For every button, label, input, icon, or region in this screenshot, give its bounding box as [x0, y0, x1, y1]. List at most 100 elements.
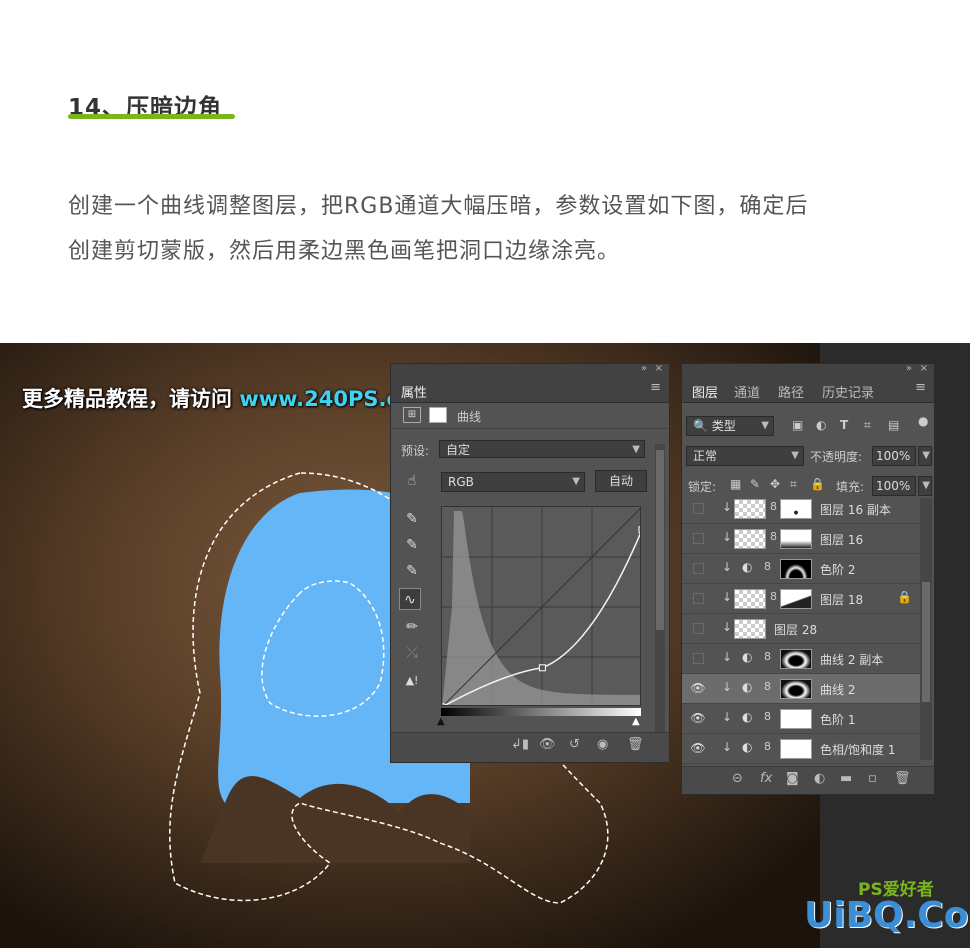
filter-toggle-icon[interactable]: ● [918, 414, 928, 428]
layer-name[interactable]: 曲线 2 [820, 681, 855, 698]
panel-menu-icon[interactable]: ≡ [915, 380, 926, 395]
layer-name[interactable]: 色阶 1 [820, 711, 855, 728]
fill-input[interactable]: 100% [872, 476, 916, 496]
visibility-toggle-box[interactable] [693, 593, 704, 604]
close-icon[interactable]: × [920, 363, 928, 374]
adjustment-icon[interactable]: ◐ [814, 771, 825, 786]
delete-icon[interactable]: 🗑 [627, 737, 644, 752]
layer-name[interactable]: 色相/饱和度 1 [820, 741, 896, 758]
tab-paths[interactable]: 路径 [778, 382, 804, 401]
clip-to-layer-icon[interactable]: ↲▮ [511, 737, 529, 752]
mask-link-icon[interactable]: 8 [764, 680, 771, 693]
eyedropper-gray-icon[interactable]: ✎ [401, 534, 423, 556]
hand-target-icon[interactable]: ☝ [401, 470, 423, 492]
layers-scrollbar[interactable] [920, 498, 932, 760]
visibility-toggle-box[interactable] [693, 533, 704, 544]
layer-name[interactable]: 图层 16 副本 [820, 501, 891, 518]
properties-scrollbar-thumb[interactable] [656, 450, 664, 630]
layer-mask-thumbnail[interactable] [780, 709, 812, 729]
layer-mask-thumbnail[interactable] [780, 679, 812, 699]
visibility-icon[interactable]: ◉ [597, 737, 608, 752]
view-previous-icon[interactable]: 👁 [539, 737, 556, 752]
layer-mask-icon[interactable] [429, 407, 447, 423]
fill-dropdown[interactable]: ▼ [918, 476, 932, 496]
mask-link-icon[interactable]: 8 [764, 740, 771, 753]
curve-point-icon[interactable]: ∿ [399, 588, 421, 610]
trash-icon[interactable]: 🗑 [894, 771, 911, 786]
layer-mask-thumbnail[interactable] [780, 529, 812, 549]
tab-history[interactable]: 历史记录 [822, 382, 874, 401]
reset-icon[interactable]: ↺ [569, 737, 580, 752]
layer-row[interactable]: 👁 ↓ ◐ 8 曲线 2 [682, 674, 920, 704]
filter-pixel-icon[interactable]: ▣ [792, 418, 803, 432]
pencil-icon[interactable]: ✏ [401, 616, 423, 638]
layer-mask-thumbnail[interactable] [780, 649, 812, 669]
visibility-eye-icon[interactable]: 👁 [690, 681, 706, 697]
opacity-input[interactable]: 100% [872, 446, 916, 466]
mask-link-icon[interactable]: 8 [770, 530, 777, 543]
visibility-toggle-box[interactable] [693, 503, 704, 514]
smooth-icon[interactable]: ⤯ [401, 642, 423, 664]
filter-adjustment-icon[interactable]: ◐ [816, 418, 826, 432]
curves-graph[interactable] [441, 506, 641, 706]
preset-select[interactable]: 自定 ▼ [439, 440, 645, 458]
layer-row[interactable]: ↓ 8 图层 18 🔒 [682, 584, 920, 614]
blend-mode-select[interactable]: 正常 ▼ [686, 446, 804, 466]
layer-name[interactable]: 图层 16 [820, 531, 863, 548]
visibility-toggle-box[interactable] [693, 653, 704, 664]
mask-link-icon[interactable]: 8 [770, 500, 777, 513]
eyedropper-black-icon[interactable]: ✎ [401, 508, 423, 530]
mask-link-icon[interactable]: 8 [764, 710, 771, 723]
layer-filter-select[interactable]: 🔍 类型 ▼ [686, 416, 774, 436]
collapse-icon[interactable]: » [906, 363, 912, 374]
layer-row[interactable]: ↓ ◐ 8 色阶 2 [682, 554, 920, 584]
layer-row[interactable]: ↓ ◐ 8 曲线 2 副本 [682, 644, 920, 674]
lock-position-icon[interactable]: ✥ [770, 477, 780, 491]
layer-name[interactable]: 曲线 2 副本 [820, 651, 883, 668]
layer-row[interactable]: ↓ 8 图层 16 [682, 524, 920, 554]
layer-thumbnail[interactable] [734, 529, 766, 549]
mask-link-icon[interactable]: 8 [764, 650, 771, 663]
layer-row[interactable]: ↓ 图层 28 [682, 614, 920, 644]
black-point-slider[interactable]: ▲ [437, 716, 445, 727]
white-point-slider[interactable]: ▲ [632, 716, 640, 727]
layer-mask-thumbnail[interactable] [780, 499, 812, 519]
mask-icon[interactable]: ◙ [786, 771, 799, 786]
layer-row[interactable]: 👁 ↓ ◐ 8 色阶 1 [682, 704, 920, 734]
visibility-eye-icon[interactable]: 👁 [690, 711, 706, 727]
filter-type-icon[interactable]: T [840, 418, 848, 432]
layer-name[interactable]: 色阶 2 [820, 561, 855, 578]
channel-select[interactable]: RGB ▼ [441, 472, 585, 492]
layers-panel-titlebar[interactable]: » × [682, 363, 934, 377]
layer-name[interactable]: 图层 18 [820, 591, 863, 608]
clipping-warning-icon[interactable]: ▲! [401, 670, 423, 692]
opacity-dropdown[interactable]: ▼ [918, 446, 932, 466]
filter-shape-icon[interactable]: ⌗ [864, 418, 871, 433]
layer-name[interactable]: 图层 28 [774, 621, 817, 638]
layer-row[interactable]: 👁 ↓ ◐ 8 色相/饱和度 1 [682, 734, 920, 764]
lock-image-icon[interactable]: ✎ [750, 477, 760, 491]
layer-mask-thumbnail[interactable] [780, 559, 812, 579]
layer-mask-thumbnail[interactable] [780, 589, 812, 609]
link-icon[interactable]: ⊝ [732, 771, 743, 786]
lock-artboard-icon[interactable]: ⌗ [790, 477, 797, 492]
close-icon[interactable]: × [655, 363, 663, 374]
mask-link-icon[interactable]: 8 [764, 560, 771, 573]
visibility-eye-icon[interactable]: 👁 [690, 741, 706, 757]
visibility-toggle-box[interactable] [693, 563, 704, 574]
tab-properties[interactable]: 属性 [401, 382, 427, 401]
new-layer-icon[interactable]: ▫ [868, 771, 877, 786]
layer-thumbnail[interactable] [734, 619, 766, 639]
mask-link-icon[interactable]: 8 [770, 590, 777, 603]
lock-transparent-icon[interactable]: ▦ [730, 477, 741, 491]
eyedropper-white-icon[interactable]: ✎ [401, 560, 423, 582]
lock-all-icon[interactable]: 🔒 [810, 477, 825, 491]
panel-menu-icon[interactable]: ≡ [650, 380, 661, 395]
tab-layers[interactable]: 图层 [692, 382, 718, 401]
properties-scrollbar[interactable] [655, 444, 665, 734]
layer-row[interactable]: ↓ 8 图层 16 副本 [682, 494, 920, 524]
folder-icon[interactable]: ▬ [840, 771, 852, 786]
layer-thumbnail[interactable] [734, 499, 766, 519]
layer-thumbnail[interactable] [734, 589, 766, 609]
layer-mask-thumbnail[interactable] [780, 739, 812, 759]
